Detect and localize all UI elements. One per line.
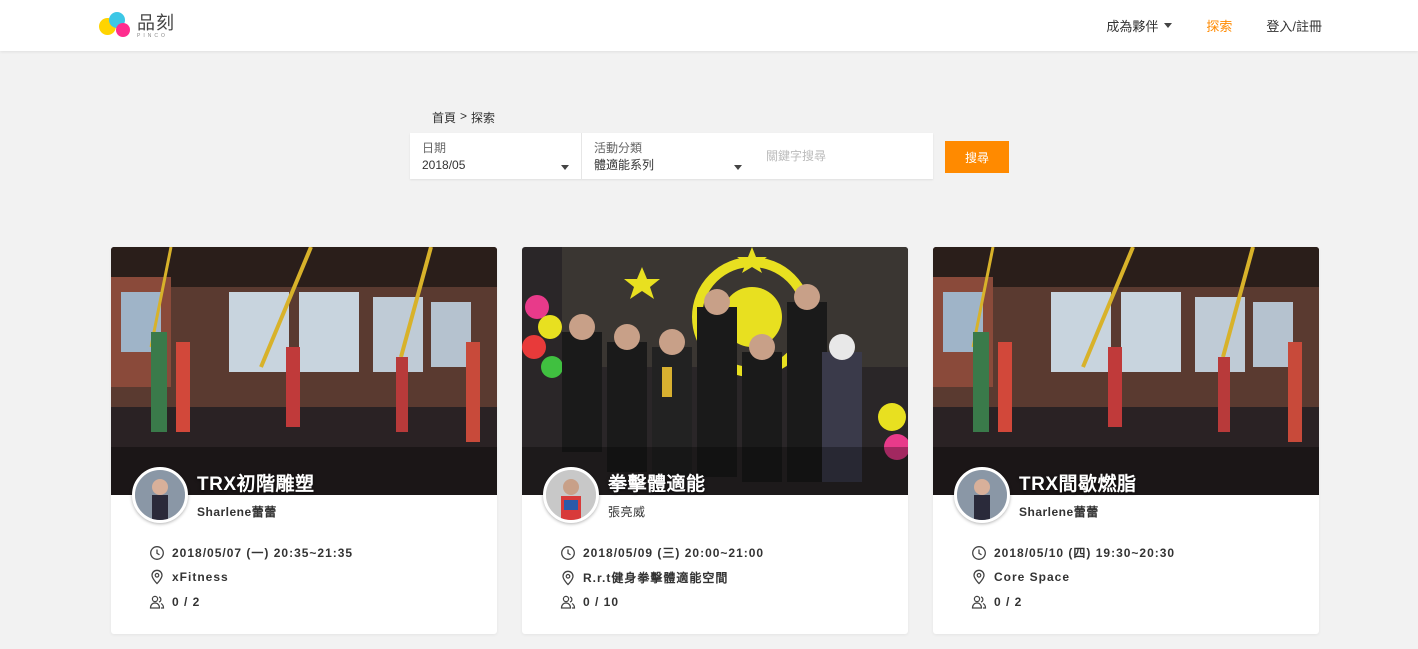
clock-icon [561, 545, 575, 560]
host-avatar[interactable] [543, 467, 599, 523]
caret-down-icon [561, 165, 570, 170]
search-bar: 日期 2018/05 活動分類 體適能系列 [410, 133, 933, 179]
host-avatar[interactable] [132, 467, 188, 523]
event-title[interactable]: TRX間歇燃脂 [1019, 469, 1137, 496]
event-participants-text: 0 / 2 [172, 595, 201, 609]
event-participants: 0 / 2 [971, 594, 1022, 610]
main-nav: 成為夥伴 探索 登入/註冊 [1072, 0, 1322, 51]
event-datetime-text: 2018/05/09 (三) 20:00~21:00 [583, 546, 765, 560]
logo-text: 品刻 [137, 12, 175, 33]
category-filter-select[interactable]: 活動分類 體適能系列 [582, 133, 754, 179]
nav-become-partner[interactable]: 成為夥伴 [1106, 16, 1173, 35]
users-icon [971, 595, 987, 609]
date-filter-value: 2018/05 [422, 158, 466, 172]
pinco-logo[interactable]: 品刻 PINCO [97, 10, 175, 42]
map-pin-icon [151, 569, 163, 585]
event-title[interactable]: 拳擊體適能 [608, 469, 706, 496]
logo-subtext: PINCO [137, 32, 168, 39]
nav-login-register[interactable]: 登入/註冊 [1266, 16, 1322, 35]
event-datetime-text: 2018/05/07 (一) 20:35~21:35 [172, 546, 354, 560]
clock-icon [972, 545, 986, 560]
nav-login-register-label: 登入/註冊 [1266, 19, 1322, 34]
event-photo[interactable] [522, 247, 908, 495]
event-datetime: 2018/05/10 (四) 19:30~20:30 [971, 544, 1175, 561]
users-icon [560, 595, 576, 609]
event-card[interactable]: TRX初階雕塑 Sharlene蕾蕾 2018/05/07 (一) 20:35~… [111, 247, 497, 634]
host-name: Sharlene蕾蕾 [1019, 505, 1099, 519]
event-datetime: 2018/05/07 (一) 20:35~21:35 [149, 544, 353, 561]
event-datetime: 2018/05/09 (三) 20:00~21:00 [560, 544, 764, 561]
host-name: 張亮威 [608, 505, 646, 519]
map-pin-icon [973, 569, 985, 585]
breadcrumb: 首頁 > 探索 [432, 109, 495, 126]
event-card[interactable]: TRX間歇燃脂 Sharlene蕾蕾 2018/05/10 (四) 19:30~… [933, 247, 1319, 634]
event-participants: 0 / 10 [560, 594, 619, 610]
date-filter-label: 日期 [422, 141, 447, 155]
breadcrumb-separator: > [460, 109, 468, 123]
keyword-search-input[interactable] [754, 133, 933, 179]
breadcrumb-home[interactable]: 首頁 [432, 109, 456, 126]
event-photo[interactable] [933, 247, 1319, 495]
host-avatar[interactable] [954, 467, 1010, 523]
logo-icon [97, 10, 135, 42]
category-filter-label: 活動分類 [594, 141, 643, 155]
clock-icon [150, 545, 164, 560]
host-name: Sharlene蕾蕾 [197, 505, 277, 519]
breadcrumb-current: 探索 [471, 111, 496, 125]
event-location: R.r.t健身拳擊體適能空間 [560, 569, 728, 586]
search-button[interactable]: 搜尋 [945, 141, 1009, 173]
event-location-text: Core Space [994, 570, 1071, 584]
event-photo[interactable] [111, 247, 497, 495]
event-card[interactable]: 拳擊體適能 張亮威 2018/05/09 (三) 20:00~21:00 R.r… [522, 247, 908, 634]
event-participants-text: 0 / 10 [583, 595, 620, 609]
nav-become-partner-label: 成為夥伴 [1106, 19, 1159, 34]
event-location: xFitness [149, 569, 229, 585]
caret-down-icon [734, 165, 742, 170]
event-participants: 0 / 2 [149, 594, 200, 610]
event-location-text: R.r.t健身拳擊體適能空間 [583, 571, 729, 585]
caret-down-icon [1164, 23, 1173, 28]
event-datetime-text: 2018/05/10 (四) 19:30~20:30 [994, 546, 1176, 560]
users-icon [149, 595, 165, 609]
nav-explore-label: 探索 [1206, 19, 1233, 34]
top-nav-bar: 品刻 PINCO 成為夥伴 探索 登入/註冊 [0, 0, 1418, 51]
category-filter-value: 體適能系列 [594, 158, 655, 172]
event-location: Core Space [971, 569, 1070, 585]
nav-explore[interactable]: 探索 [1206, 16, 1232, 35]
date-filter-select[interactable]: 日期 2018/05 [410, 133, 583, 179]
event-location-text: xFitness [172, 570, 229, 584]
map-pin-icon [562, 570, 574, 585]
event-title[interactable]: TRX初階雕塑 [197, 469, 315, 496]
event-participants-text: 0 / 2 [994, 595, 1023, 609]
